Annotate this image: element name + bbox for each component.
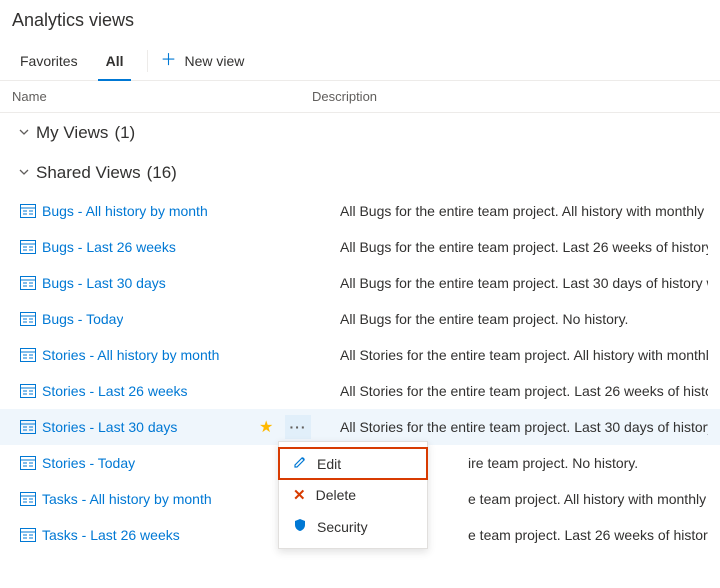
analytics-view-icon [20,240,36,254]
table-row[interactable]: Stories - All history by month All Storie… [0,337,720,373]
context-menu: Edit ✕ Delete Security [278,441,428,549]
x-icon: ✕ [293,486,306,504]
section-shared-views[interactable]: Shared Views (16) [0,153,720,193]
section-shared-views-count: (16) [147,163,177,183]
view-name-link[interactable]: Stories - Last 26 weeks [42,383,188,399]
view-description: All Bugs for the entire team project. No… [340,311,708,327]
table-row[interactable]: Bugs - Today All Bugs for the entire team… [0,301,720,337]
menu-item-security-label: Security [317,519,368,535]
analytics-view-icon [20,204,36,218]
analytics-view-icon [20,456,36,470]
view-name-link[interactable]: Stories - Last 30 days [42,419,177,435]
column-headers: Name Description [0,81,720,113]
table-row[interactable]: Bugs - All history by month All Bugs for … [0,193,720,229]
view-name-link[interactable]: Stories - All history by month [42,347,219,363]
section-my-views[interactable]: My Views (1) [0,113,720,153]
analytics-view-icon [20,276,36,290]
plus-icon: ＋ [160,53,176,69]
menu-item-delete[interactable]: ✕ Delete [279,479,427,511]
view-description: All Stories for the entire team project.… [340,347,708,363]
tab-all[interactable]: All [98,41,132,81]
table-row[interactable]: Bugs - Last 30 days All Bugs for the enti… [0,265,720,301]
pencil-icon [293,455,307,472]
menu-item-edit[interactable]: Edit [279,448,427,479]
view-name-link[interactable]: Stories - Today [42,455,135,471]
section-my-views-count: (1) [114,123,135,143]
new-view-button[interactable]: ＋ New view [160,53,244,69]
column-name[interactable]: Name [12,89,312,104]
section-my-views-label: My Views [36,123,108,143]
analytics-view-icon [20,384,36,398]
table-row[interactable]: Stories - Last 30 days ★ ··· All Stories fo… [0,409,720,445]
view-description: ire team project. No history. [468,455,708,471]
menu-item-delete-label: Delete [316,487,356,503]
view-name-link[interactable]: Bugs - Last 30 days [42,275,166,291]
favorite-star-icon[interactable]: ★ [259,417,273,437]
view-description: All Bugs for the entire team project. Al… [340,203,708,219]
analytics-view-icon [20,420,36,434]
analytics-view-icon [20,492,36,506]
analytics-view-icon [20,312,36,326]
tab-favorites[interactable]: Favorites [12,41,86,81]
shield-icon [293,518,307,535]
page-title: Analytics views [12,10,708,31]
new-view-label: New view [184,53,244,69]
chevron-down-icon [18,123,30,143]
view-description: All Stories for the entire team project.… [340,419,708,435]
view-name-link[interactable]: Bugs - All history by month [42,203,208,219]
view-name-link[interactable]: Bugs - Last 26 weeks [42,239,176,255]
analytics-view-icon [20,348,36,362]
view-description: All Bugs for the entire team project. La… [340,275,708,291]
table-row[interactable]: Bugs - Last 26 weeks All Bugs for the ent… [0,229,720,265]
toolbar: Favorites All ＋ New view [0,41,720,81]
view-description: All Bugs for the entire team project. La… [340,239,708,255]
menu-item-security[interactable]: Security [279,511,427,542]
toolbar-separator [147,50,148,72]
view-description: All Stories for the entire team project.… [340,383,708,399]
analytics-view-icon [20,528,36,542]
view-description: e team project. Last 26 weeks of history… [468,527,708,543]
view-name-link[interactable]: Tasks - All history by month [42,491,212,507]
view-name-link[interactable]: Tasks - Last 26 weeks [42,527,180,543]
column-description[interactable]: Description [312,89,708,104]
view-name-link[interactable]: Bugs - Today [42,311,123,327]
more-actions-button[interactable]: ··· [285,415,311,439]
menu-item-edit-label: Edit [317,456,341,472]
view-description: e team project. All history with monthly… [468,491,708,507]
section-shared-views-label: Shared Views [36,163,141,183]
chevron-down-icon [18,163,30,183]
table-row[interactable]: Stories - Last 26 weeks All Stories for t… [0,373,720,409]
